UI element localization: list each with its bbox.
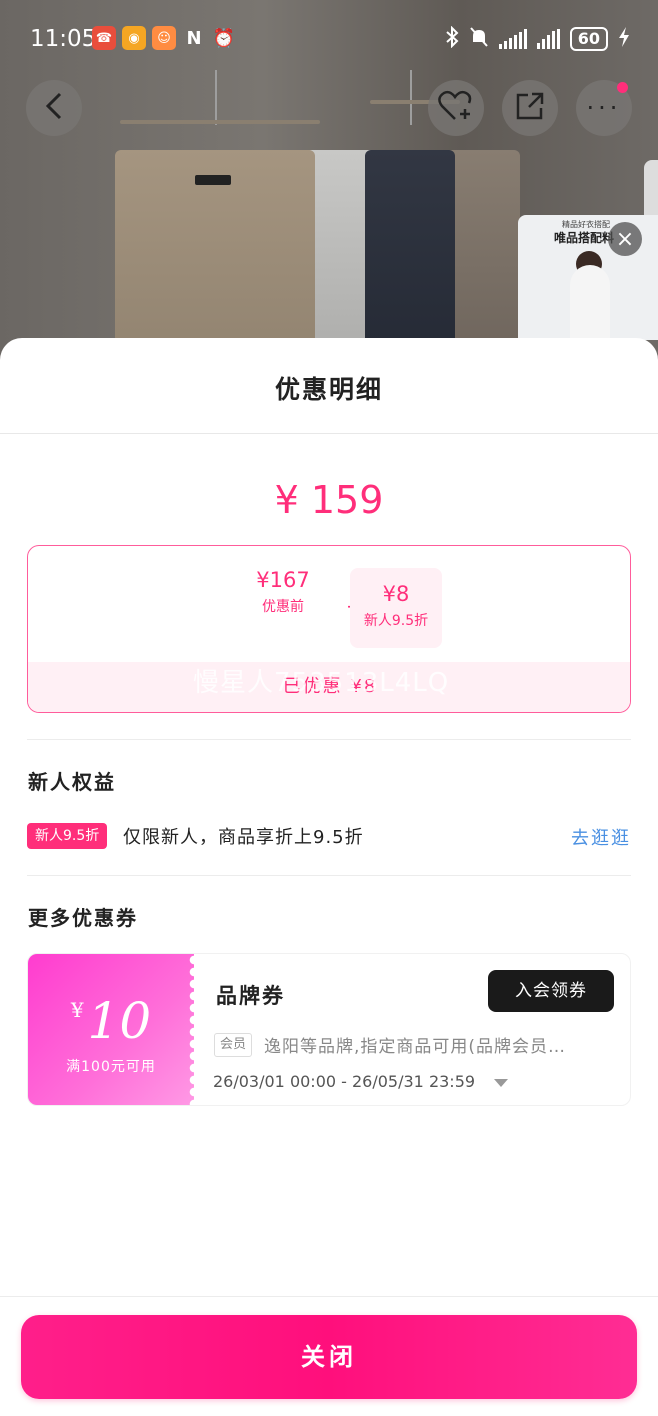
newbie-discount: ¥8 新人9.5折 xyxy=(350,568,442,648)
discount-amount: ¥8 xyxy=(382,582,410,606)
share-icon xyxy=(514,90,546,126)
total-saved: 已优惠 ¥8 xyxy=(28,662,630,712)
notification-dot xyxy=(617,82,628,93)
coupon-name: 品牌券 xyxy=(216,984,285,1008)
divider xyxy=(27,739,631,740)
close-button[interactable]: 关闭 xyxy=(21,1315,637,1399)
mute-icon xyxy=(469,26,489,52)
coupon-description: 逸阳等品牌,指定商品可用(品牌会员… xyxy=(264,1037,567,1057)
coupon-amount-value: 10 xyxy=(87,992,152,1050)
coupon-condition: 满100元可用 xyxy=(66,1059,156,1075)
ad-close-button[interactable]: × xyxy=(608,222,642,256)
ad-title: 唯品搭配料 xyxy=(554,231,615,245)
favorite-button[interactable] xyxy=(428,80,484,136)
coupon-card: ¥10 满100元可用 品牌券 入会领券 会员 逸阳等品牌,指定商品可用(品牌会… xyxy=(27,953,631,1106)
newbie-tag: 新人9.5折 xyxy=(27,823,108,849)
caret-down-icon[interactable] xyxy=(494,1079,508,1087)
share-button[interactable] xyxy=(502,80,558,136)
weibo-icon: ◉ xyxy=(122,26,146,50)
discount-label: 新人9.5折 xyxy=(363,613,429,629)
signal-icon-2 xyxy=(536,29,560,49)
chevron-left-icon xyxy=(42,91,66,125)
close-icon: × xyxy=(615,226,635,252)
coupon-amount: ¥10 xyxy=(28,992,194,1050)
heart-plus-icon xyxy=(438,90,474,126)
more-dots-icon: ··· xyxy=(586,94,622,122)
bluetooth-icon xyxy=(445,25,459,52)
coupon-value-panel: ¥10 满100元可用 xyxy=(28,954,200,1105)
coupon-currency: ¥ xyxy=(70,998,84,1022)
coupon-validity: 26/03/01 00:00 - 26/05/31 23:59 xyxy=(213,1072,476,1091)
go-shopping-link[interactable]: 去逛逛 xyxy=(571,824,631,850)
sheet-title: 优惠明细 xyxy=(274,375,383,404)
more-button[interactable]: ··· xyxy=(576,80,632,136)
newbie-description: 仅限新人，商品享折上9.5折 xyxy=(123,827,364,848)
original-price-label: 优惠前 xyxy=(262,599,304,615)
status-bar: 11:05 ☎ ◉ ☺ N ⏰ 60 xyxy=(0,0,658,78)
status-app-icons: ☎ ◉ ☺ N ⏰ xyxy=(92,26,236,50)
price-breakdown: ¥167 优惠前 − ¥8 新人9.5折 已优惠 ¥8 慢星人753513L4L… xyxy=(27,545,631,713)
ad-model-image xyxy=(570,265,610,340)
divider xyxy=(27,875,631,876)
join-and-claim-button[interactable]: 入会领券 xyxy=(488,970,614,1012)
newbie-benefit-row: 新人9.5折 仅限新人，商品享折上9.5折 去逛逛 xyxy=(27,820,631,850)
newbie-section-title: 新人权益 xyxy=(28,770,116,794)
back-button[interactable] xyxy=(26,80,82,136)
status-indicators: 60 xyxy=(445,25,630,52)
nfc-icon: N xyxy=(186,27,202,49)
alarm-icon: ⏰ xyxy=(212,27,236,49)
app-notification-icon: ☺ xyxy=(152,26,176,50)
coupons-section-title: 更多优惠券 xyxy=(28,906,138,930)
status-time: 11:05 xyxy=(30,26,97,52)
battery-indicator: 60 xyxy=(569,27,608,51)
missed-call-icon: ☎ xyxy=(92,26,116,50)
charging-icon xyxy=(618,26,630,52)
member-badge: 会员 xyxy=(214,1033,253,1057)
original-price-amount: ¥167 xyxy=(256,568,310,592)
final-price: ¥ 159 xyxy=(274,478,384,522)
divider xyxy=(0,433,658,434)
signal-icon xyxy=(498,29,527,49)
original-price: ¥167 优惠前 xyxy=(223,568,343,616)
discount-detail-sheet: 优惠明细 ¥ 159 ¥167 优惠前 − ¥8 新人9.5折 已优惠 ¥8 慢… xyxy=(0,338,658,1416)
divider xyxy=(0,1296,658,1297)
